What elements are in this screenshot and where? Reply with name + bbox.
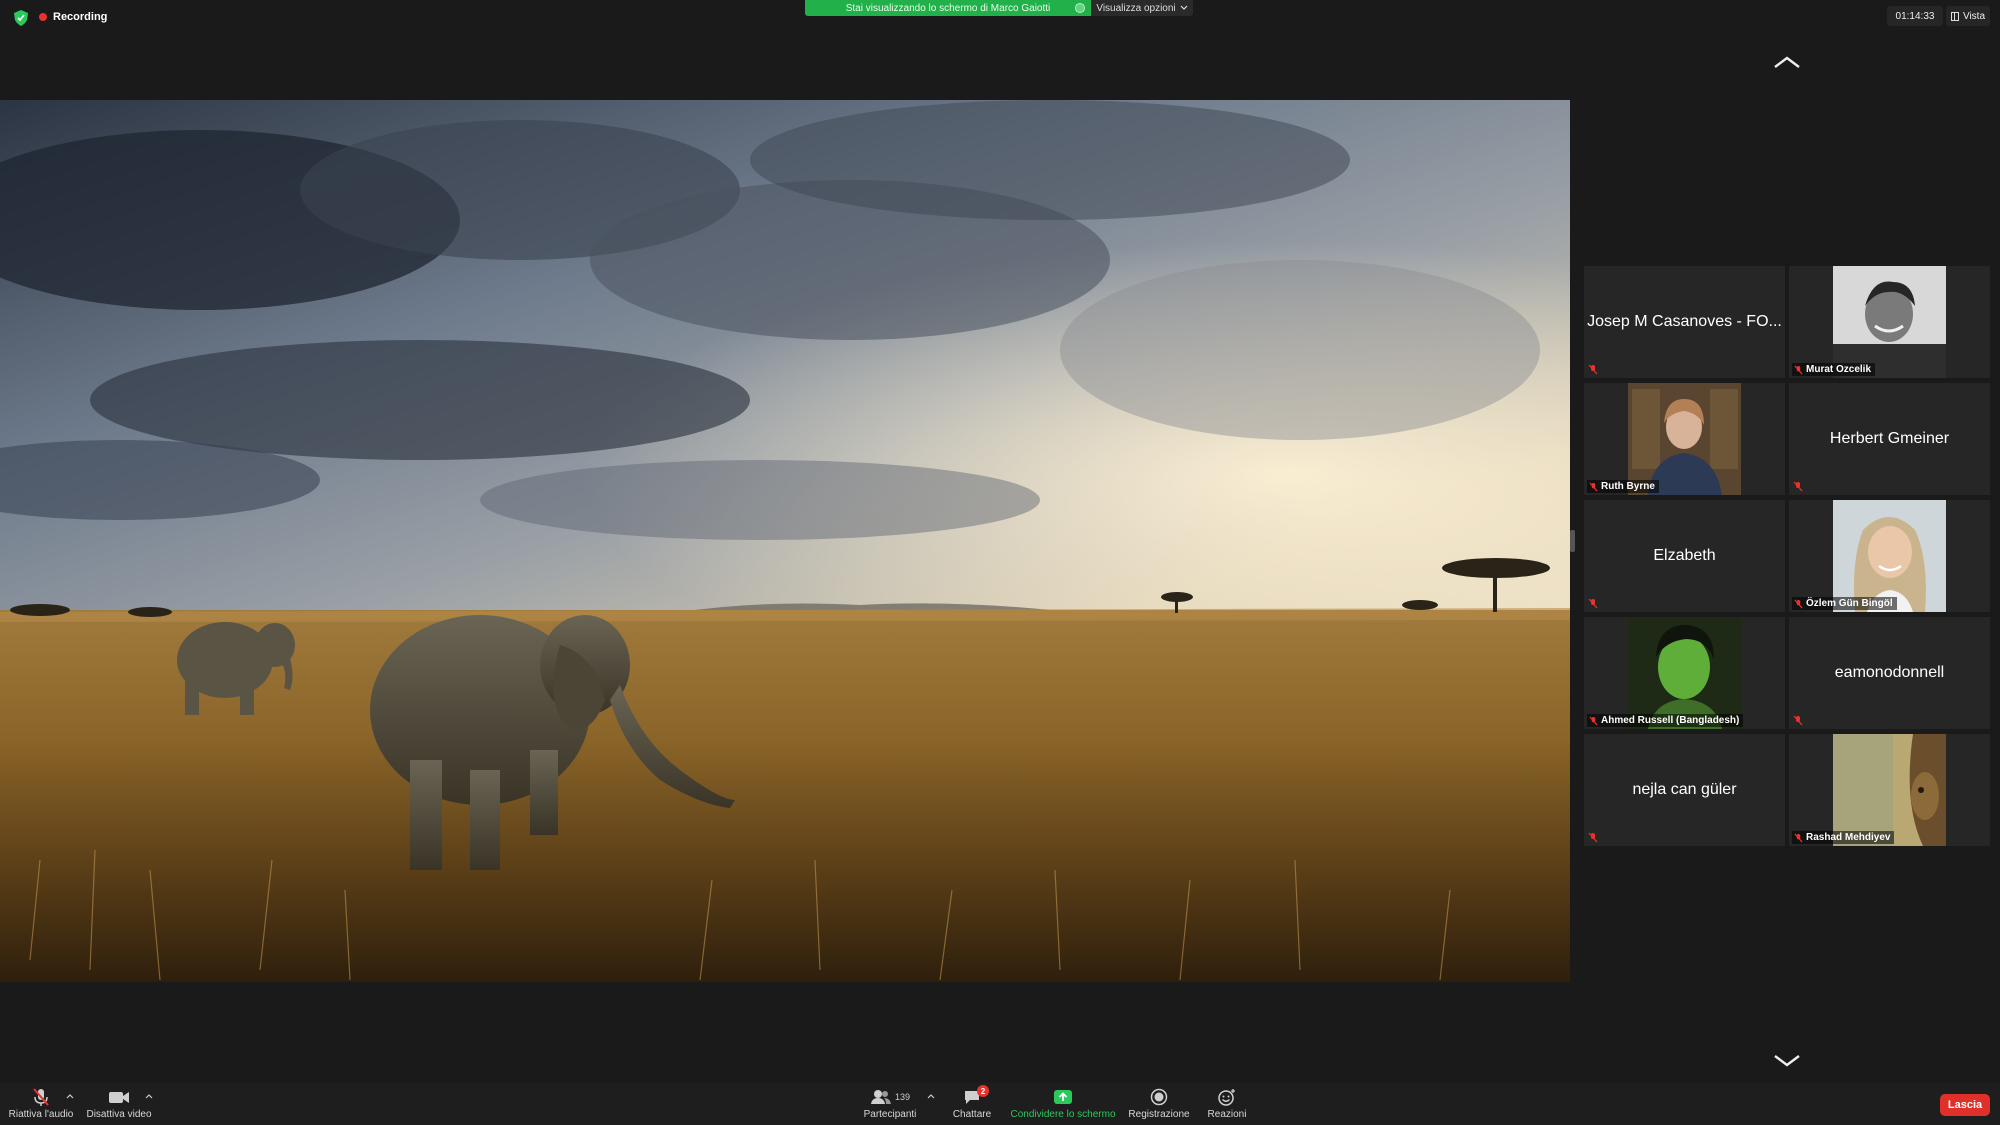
video-options-caret[interactable] — [144, 1091, 154, 1101]
participant-label: Rashad Mehdiyev — [1792, 831, 1895, 844]
muted-mic-icon — [1589, 482, 1598, 491]
muted-mic-icon — [1792, 481, 1803, 492]
muted-mic-icon — [1587, 364, 1598, 375]
participant-tile[interactable]: eamonodonnell — [1789, 617, 1990, 729]
stop-video-button[interactable]: Disattiva video — [86, 1087, 152, 1123]
participant-name: Josep M Casanoves - FO... — [1587, 313, 1782, 330]
participant-tile[interactable]: nejla can güler — [1584, 734, 1785, 846]
participant-name: eamonodonnell — [1834, 664, 1945, 681]
chat-button[interactable]: 2 Chattare — [948, 1085, 996, 1123]
emoji-plus-icon — [1217, 1087, 1237, 1107]
video-camera-icon — [108, 1087, 130, 1107]
meeting-timer: 01:14:33 — [1887, 6, 1943, 26]
audio-options-caret[interactable] — [65, 1091, 75, 1101]
participant-video — [1833, 734, 1946, 846]
view-options-label: Visualizza opzioni — [1096, 2, 1176, 14]
recording-label: Recording — [53, 11, 108, 23]
participant-name: nejla can güler — [1632, 781, 1737, 798]
participant-tile[interactable]: Elzabeth — [1584, 500, 1785, 612]
chevron-up-icon — [1774, 56, 1800, 68]
participant-label: Özlem Gün Bingöl — [1792, 597, 1897, 610]
participant-video — [1833, 266, 1946, 378]
muted-mic-icon — [1794, 365, 1803, 374]
shield-icon[interactable] — [13, 9, 29, 27]
muted-mic-icon — [1794, 833, 1803, 842]
share-status-icon — [1075, 3, 1085, 13]
view-button[interactable]: Vista — [1946, 6, 1990, 26]
reactions-button[interactable]: Reazioni — [1204, 1087, 1250, 1123]
video-label: Disattiva video — [86, 1109, 152, 1120]
muted-mic-icon — [32, 1087, 50, 1107]
top-bar: Recording Stai visualizzando lo schermo … — [0, 0, 2000, 34]
participants-button[interactable]: 139 Partecipanti — [862, 1087, 918, 1123]
gallery-view-icon — [1950, 11, 1959, 21]
muted-mic-icon — [1589, 716, 1598, 725]
recording-dot-icon — [39, 13, 47, 21]
participant-video — [1628, 617, 1741, 729]
participant-name: Ruth Byrne — [1601, 481, 1655, 492]
view-options-dropdown[interactable]: Visualizza opzioni — [1091, 0, 1193, 16]
participant-name: Ahmed Russell (Bangladesh) — [1601, 715, 1740, 726]
chevron-up-icon — [66, 1094, 74, 1099]
muted-mic-icon — [1792, 715, 1803, 726]
shared-screen[interactable] — [0, 100, 1570, 982]
gallery-scroll-up-button[interactable] — [1772, 52, 1802, 72]
recording-indicator[interactable]: Recording — [39, 9, 107, 25]
chat-unread-badge: 2 — [977, 1085, 989, 1097]
participants-label: Partecipanti — [863, 1109, 917, 1120]
screen-share-banner: Stai visualizzando lo schermo di Marco G… — [805, 0, 1091, 16]
participant-tile[interactable]: Ahmed Russell (Bangladesh) — [1584, 617, 1785, 729]
participants-icon-group: 139 — [870, 1087, 910, 1107]
chat-label: Chattare — [952, 1109, 992, 1120]
participant-tile[interactable]: Rashad Mehdiyev — [1789, 734, 1990, 846]
participant-tile[interactable]: Herbert Gmeiner — [1789, 383, 1990, 495]
participant-tile[interactable]: Murat Ozcelik — [1789, 266, 1990, 378]
shared-screen-image — [0, 100, 1570, 982]
chevron-down-icon — [1180, 5, 1188, 10]
participants-gallery: Josep M Casanoves - FO... Murat Ozcelik … — [1584, 266, 1990, 848]
participant-name: Özlem Gün Bingöl — [1806, 598, 1893, 609]
participant-video — [1628, 383, 1741, 495]
muted-mic-icon — [1587, 832, 1598, 843]
participant-tile[interactable]: Josep M Casanoves - FO... — [1584, 266, 1785, 378]
participant-label: Murat Ozcelik — [1792, 363, 1876, 376]
gallery-scroll-down-button[interactable] — [1772, 1051, 1802, 1071]
meeting-toolbar: Riattiva l'audio Disattiva video 139 Par… — [0, 1083, 2000, 1125]
unmute-label: Riattiva l'audio — [8, 1109, 74, 1120]
participants-icon — [870, 1090, 891, 1104]
participants-options-caret[interactable] — [926, 1091, 936, 1101]
record-label: Registrazione — [1128, 1109, 1190, 1120]
participant-name: Elzabeth — [1653, 547, 1716, 564]
reactions-label: Reazioni — [1207, 1109, 1247, 1120]
share-screen-label: Condividere lo schermo — [1010, 1109, 1116, 1120]
chevron-down-icon — [1774, 1055, 1800, 1067]
participant-video — [1833, 500, 1946, 612]
panel-resize-handle[interactable] — [1570, 530, 1575, 552]
record-button[interactable]: Registrazione — [1128, 1087, 1190, 1123]
leave-meeting-button[interactable]: Lascia — [1940, 1094, 1990, 1116]
share-banner-text: Stai visualizzando lo schermo di Marco G… — [845, 2, 1051, 14]
muted-mic-icon — [1587, 598, 1598, 609]
participant-label: Ruth Byrne — [1587, 480, 1659, 493]
participant-name: Rashad Mehdiyev — [1806, 832, 1891, 843]
muted-mic-icon — [1794, 599, 1803, 608]
chevron-up-icon — [145, 1094, 153, 1099]
view-button-label: Vista — [1962, 10, 1986, 22]
participant-label: Ahmed Russell (Bangladesh) — [1587, 714, 1744, 727]
chevron-up-icon — [927, 1094, 935, 1099]
record-icon — [1150, 1087, 1168, 1107]
participants-count: 139 — [894, 1092, 911, 1102]
share-screen-icon — [1053, 1087, 1073, 1107]
participant-name: Herbert Gmeiner — [1829, 430, 1950, 447]
participant-tile[interactable]: Özlem Gün Bingöl — [1789, 500, 1990, 612]
chat-icon-wrap: 2 — [963, 1085, 989, 1107]
participant-tile[interactable]: Ruth Byrne — [1584, 383, 1785, 495]
share-screen-button[interactable]: Condividere lo schermo — [1008, 1087, 1118, 1123]
participant-name: Murat Ozcelik — [1806, 364, 1872, 375]
